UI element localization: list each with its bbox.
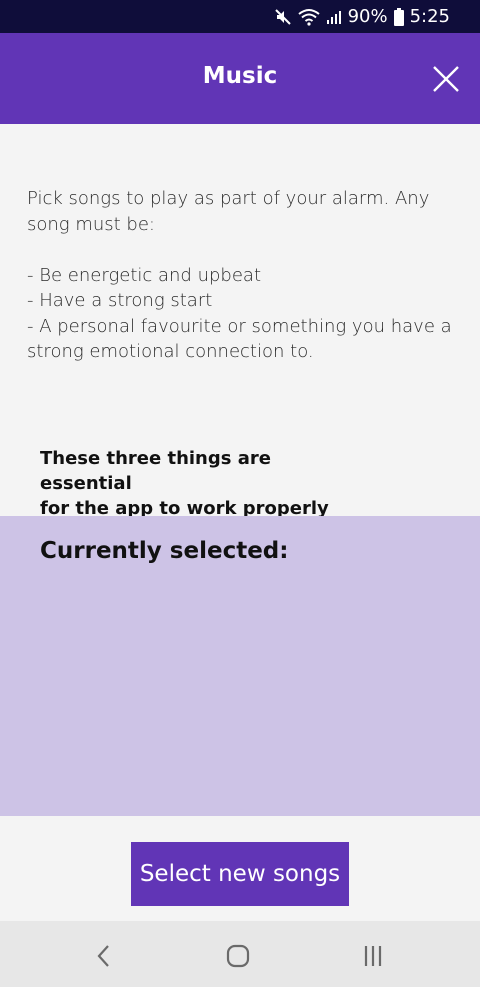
mute-icon [274,8,292,26]
back-button[interactable] [89,941,119,971]
requirement-item: - Have a strong start [27,290,213,311]
battery-icon [393,7,404,26]
intro-paragraph: Pick songs to play as part of your alarm… [27,188,430,235]
selected-songs-panel: Currently selected: [0,516,480,816]
wifi-icon [297,8,320,26]
home-button[interactable] [223,941,253,971]
requirement-item: - Be energetic and upbeat [27,264,261,286]
requirement-item: - A personal favourite or something you … [27,315,452,363]
essential-notice: These three things are essential for the… [40,446,360,521]
recents-icon [364,946,382,966]
back-icon [97,945,109,967]
app-bar: Music [0,33,480,124]
essential-notice-line: These three things are essential [40,448,271,494]
signal-icon [326,9,342,25]
clock: 5:25 [409,6,450,27]
status-bar: 90% 5:25 [0,0,480,33]
system-nav-bar [0,921,480,987]
intro-text: Pick songs to play as part of your alarm… [27,186,457,365]
page-title: Music [202,63,278,89]
close-button[interactable] [432,65,460,93]
close-icon [433,66,459,92]
select-new-songs-button[interactable]: Select new songs [131,842,349,906]
recents-button[interactable] [358,941,388,971]
home-icon [226,944,250,968]
battery-percent: 90% [347,6,388,27]
selected-heading: Currently selected: [40,538,289,564]
